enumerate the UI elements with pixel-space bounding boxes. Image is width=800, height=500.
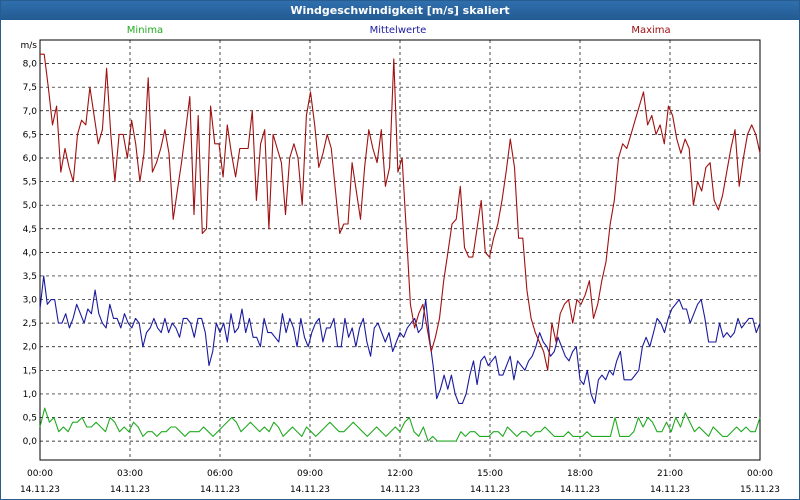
y-tick-label: 6,5 [23, 130, 37, 140]
legend-mittelwerte: Mittelwerte [370, 25, 427, 36]
x-axis-ticks: 00:00 14.11.23 03:00 14.11.23 06:00 14.11.23 0… [20, 469, 780, 495]
y-tick-label: 1,0 [23, 390, 38, 400]
y-tick-label: 5,5 [23, 178, 37, 188]
y-axis-ticks: 0,0 0,5 1,0 1,5 2,0 2,5 3,0 3,5 4,0 4,5 5,0 5,5 6,0 6… [23, 60, 38, 448]
y-tick-label: 2,5 [23, 319, 37, 329]
x-tick-time: 18:00 [567, 469, 593, 479]
x-tick-date: 14.11.23 [470, 485, 510, 495]
x-tick-date: 14.11.23 [290, 485, 330, 495]
x-tick-time: 00:00 [747, 469, 773, 479]
x-tick-time: 09:00 [297, 469, 323, 479]
x-tick-time: 00:00 [27, 469, 53, 479]
x-tick-date: 14.11.23 [20, 485, 60, 495]
x-tick-date: 15.11.23 [740, 485, 780, 495]
legend-maxima: Maxima [631, 25, 670, 36]
x-tick-date: 14.11.23 [560, 485, 600, 495]
x-tick-date: 14.11.23 [110, 485, 150, 495]
y-tick-label: 4,5 [23, 225, 37, 235]
x-tick-time: 21:00 [657, 469, 683, 479]
wind-speed-chart: 0,0 0,5 1,0 1,5 2,0 2,5 3,0 3,5 4,0 4,5 5,0 5,5 6,0 6… [20, 25, 780, 495]
x-tick-date: 14.11.23 [650, 485, 690, 495]
y-tick-label: 0,5 [23, 414, 37, 424]
x-tick-time: 12:00 [387, 469, 413, 479]
y-tick-label: 7,5 [23, 83, 37, 93]
y-tick-label: 5,0 [23, 201, 38, 211]
legend-minima: Minima [127, 25, 163, 36]
y-tick-label: 6,0 [23, 154, 38, 164]
y-tick-label: 8,0 [23, 60, 38, 70]
y-tick-label: 4,0 [23, 248, 38, 258]
x-tick-time: 03:00 [117, 469, 143, 479]
y-tick-label: 0,0 [23, 437, 38, 447]
x-tick-time: 15:00 [477, 469, 503, 479]
y-tick-label: 2,0 [23, 343, 38, 353]
x-tick-date: 14.11.23 [200, 485, 240, 495]
y-tick-label: 3,0 [23, 296, 38, 306]
y-axis-label: m/s [21, 41, 38, 51]
y-tick-label: 7,0 [23, 107, 38, 117]
gridlines [40, 40, 760, 460]
x-tick-time: 06:00 [207, 469, 233, 479]
x-tick-date: 14.11.23 [380, 485, 420, 495]
y-tick-label: 1,5 [23, 366, 37, 376]
y-tick-label: 3,5 [23, 272, 37, 282]
